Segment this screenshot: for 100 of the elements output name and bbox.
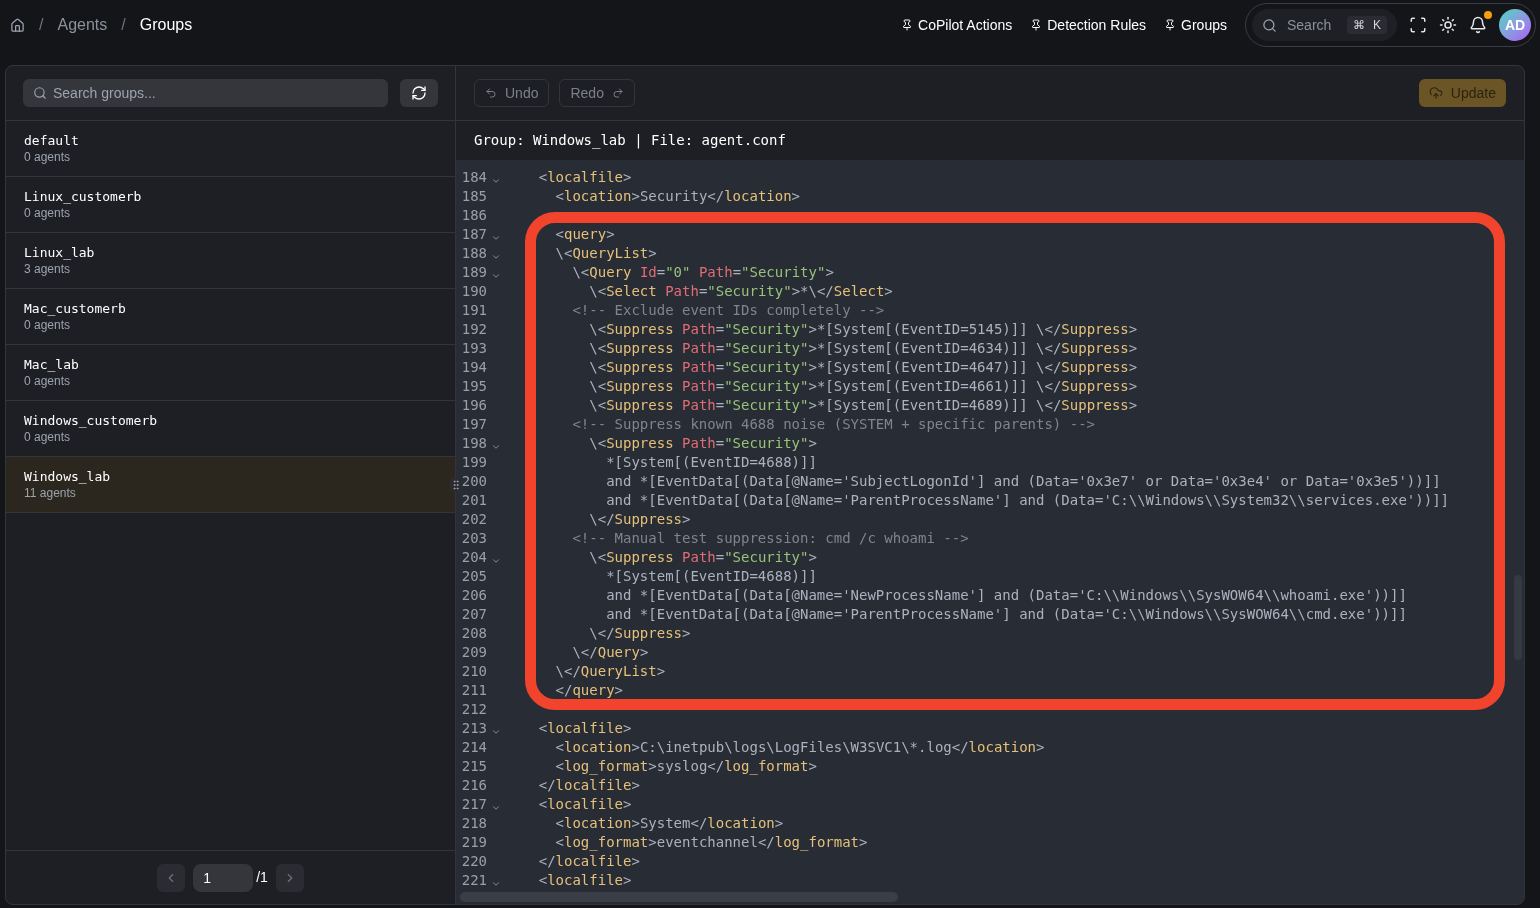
group-name: Linux_customerb — [24, 188, 143, 206]
code-line: \<Suppress Path="Security">*[System[(EventID=4647)]] \</Suppress> — [588, 358, 1138, 377]
code-line: \<Suppress Path="Security"> — [588, 434, 817, 453]
code-line: <localfile> — [537, 168, 632, 187]
page-total: /1 — [256, 868, 268, 887]
line-number: 186 — [460, 206, 487, 225]
code-line: \<Select Path="Security">*\</Select> — [588, 282, 893, 301]
search-icon — [1262, 17, 1277, 33]
line-number: 188 — [460, 244, 487, 263]
code-line: \<Suppress Path="Security">*[System[(EventID=4634)]] \</Suppress> — [588, 339, 1138, 358]
line-number: 189 — [460, 263, 487, 282]
group-item[interactable]: Mac_lab 0 agents — [6, 345, 455, 401]
code-line: *[System[(EventID=4688)]] — [605, 567, 817, 586]
code-line: \<Suppress Path="Security"> — [588, 548, 817, 567]
group-name: Linux_lab — [24, 244, 96, 262]
line-number: 207 — [460, 605, 487, 624]
line-number: 214 — [460, 738, 487, 757]
group-name: Mac_customerb — [24, 300, 127, 318]
agent-count: 0 agents — [24, 374, 72, 389]
code-line: <location>C:\inetpub\logs\LogFiles\W3SVC1\*.log</location> — [554, 738, 1045, 757]
line-number: 205 — [460, 567, 487, 586]
code-line: <location>System</location> — [554, 814, 784, 833]
line-number: 204 — [460, 548, 487, 567]
notifications-icon[interactable] — [1469, 16, 1487, 34]
line-number: 212 — [460, 700, 487, 719]
line-number: 191 — [460, 301, 487, 320]
breadcrumb-item[interactable]: Groups — [139, 13, 193, 37]
line-number: 208 — [460, 624, 487, 643]
line-number: 215 — [460, 757, 487, 776]
breadcrumb-separator: / — [121, 15, 126, 35]
code-line: and *[EventData[(Data[@Name='NewProcessName'] and (Data='C:\\Windows\\SysWOW64\\whoami.exe'))]] — [605, 586, 1407, 605]
group-item[interactable]: Linux_lab 3 agents — [6, 233, 455, 289]
group-name: Windows_customerb — [24, 412, 159, 430]
resize-handle-icon[interactable] — [450, 478, 462, 492]
group-item[interactable]: Linux_customerb 0 agents — [6, 177, 455, 233]
pinned-link[interactable]: Groups — [1164, 14, 1227, 36]
file-header: Group: Windows_lab | File: agent.conf — [474, 131, 786, 151]
line-number: 185 — [460, 187, 487, 206]
code-line: <query> — [554, 225, 615, 244]
pinned-link[interactable]: Detection Rules — [1030, 14, 1147, 36]
group-search-field[interactable]: Search groups... — [23, 79, 388, 107]
code-line: \<Query Id="0" Path="Security"> — [571, 263, 834, 282]
search-placeholder: Search — [1287, 15, 1333, 35]
line-number: 206 — [460, 586, 487, 605]
line-number: 210 — [460, 662, 487, 681]
line-number: 184 — [460, 168, 487, 187]
code-line: <log_format>eventchannel</log_format> — [554, 833, 868, 853]
agent-count: 3 agents — [24, 262, 72, 277]
pin-icon — [1164, 19, 1177, 31]
group-item[interactable]: default 0 agents — [6, 121, 455, 177]
group-item[interactable]: Mac_customerb 0 agents — [6, 289, 455, 345]
code-line: and *[EventData[(Data[@Name='SubjectLogonId'] and (Data='0x3e7' or Data='0x3e4' or Data='0x3e5'))]] — [605, 472, 1441, 491]
code-line: \</Suppress> — [588, 624, 691, 643]
line-number: 199 — [460, 453, 487, 472]
line-number: 198 — [460, 434, 487, 453]
line-number: 220 — [460, 852, 487, 871]
line-number: 193 — [460, 339, 487, 358]
line-number: 196 — [460, 396, 487, 415]
redo-icon — [611, 87, 624, 99]
search-field[interactable]: Search ⌘ K — [1252, 9, 1397, 41]
refresh-button[interactable] — [400, 79, 438, 107]
line-number: 200 — [460, 472, 487, 491]
group-item[interactable]: Windows_lab 11 agents — [6, 457, 455, 513]
theme-icon[interactable] — [1439, 16, 1457, 34]
group-name: Mac_lab — [24, 356, 80, 374]
line-number: 202 — [460, 510, 487, 529]
code-line: <location>Security</location> — [554, 187, 801, 206]
code-line: <localfile> — [537, 795, 632, 814]
pinned-link[interactable]: CoPilot Actions — [901, 14, 1013, 36]
code-line: </query> — [554, 681, 624, 700]
undo-icon — [485, 87, 497, 99]
code-line: \<QueryList> — [554, 244, 657, 263]
line-number: 221 — [460, 871, 487, 890]
line-number: 201 — [460, 491, 487, 510]
agent-count: 0 agents — [24, 150, 72, 165]
code-line: and *[EventData[(Data[@Name='ParentProcessName'] and (Data='C:\\Windows\\SysWOW64\\cmd.exe'))]] — [605, 605, 1407, 624]
code-line: <!-- Suppress known 4688 noise (SYSTEM + specific parents) --> — [571, 415, 1095, 434]
line-number: 203 — [460, 529, 487, 548]
line-number: 219 — [460, 833, 487, 852]
code-line: <!-- Exclude event IDs completely --> — [571, 301, 885, 320]
code-line: \<Suppress Path="Security">*[System[(EventID=4661)]] \</Suppress> — [588, 377, 1138, 396]
code-line: <localfile> — [537, 871, 632, 890]
code-line: \</Suppress> — [588, 510, 691, 529]
fullscreen-icon[interactable] — [1409, 16, 1427, 34]
line-number: 187 — [460, 225, 487, 244]
code-editor[interactable] — [456, 160, 1524, 904]
code-line: \</QueryList> — [554, 662, 666, 681]
pin-icon — [1030, 19, 1043, 31]
line-number: 197 — [460, 415, 487, 434]
group-name: Windows_lab — [24, 468, 112, 486]
home-icon[interactable] — [10, 17, 25, 33]
page-field[interactable]: 1 — [193, 863, 254, 892]
code-line: </localfile> — [537, 852, 640, 871]
agent-count: 0 agents — [24, 430, 72, 445]
line-number: 194 — [460, 358, 487, 377]
code-line: and *[EventData[(Data[@Name='ParentProcessName'] and (Data='C:\\Windows\\System32\\services.exe'))]] — [605, 491, 1449, 510]
code-line: <log_format>syslog</log_format> — [554, 757, 817, 777]
line-number: 192 — [460, 320, 487, 339]
line-number: 218 — [460, 814, 487, 833]
breadcrumb-item[interactable]: Agents — [57, 13, 108, 37]
